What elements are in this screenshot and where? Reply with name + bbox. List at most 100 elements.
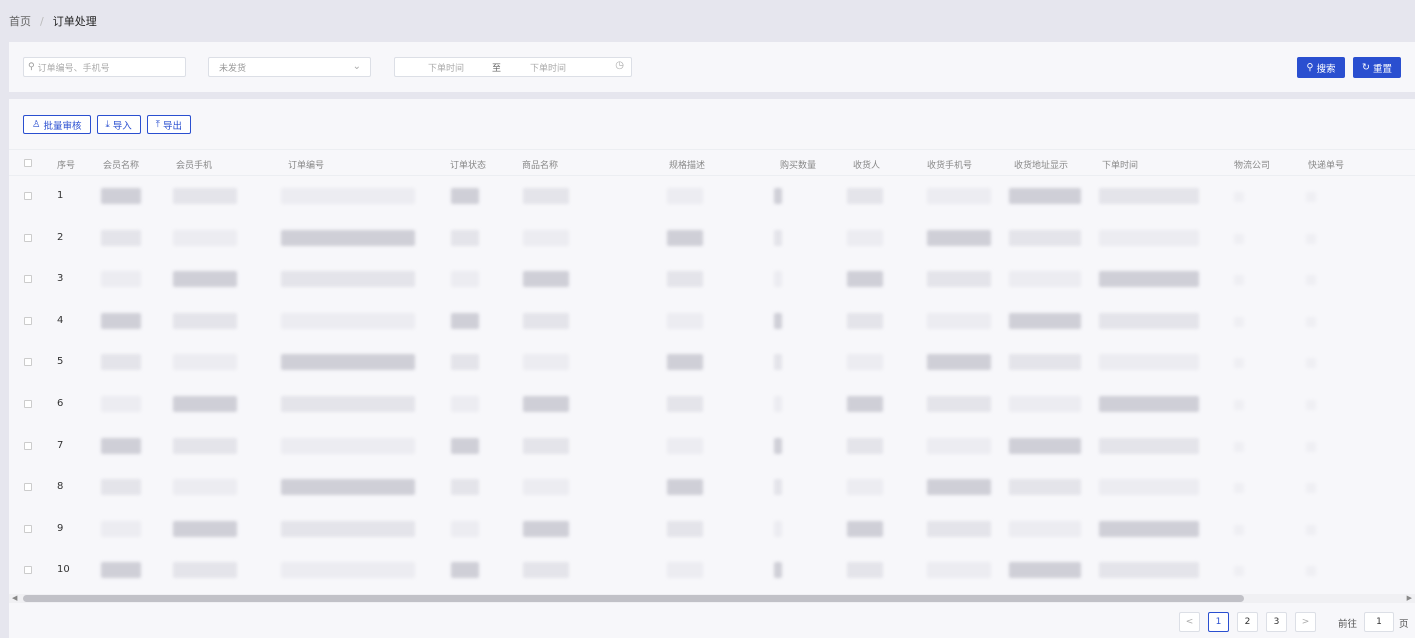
content-panel: ♙ 批量审核 ⤓ 导入 ⤒ 导出 序号 会员名称 会员手机 订单编号 订单状态 商品名称 规…: [9, 99, 1415, 638]
next-page-button[interactable]: >: [1295, 612, 1316, 632]
goto-page-input[interactable]: 1: [1364, 612, 1394, 632]
redacted-cell: [1306, 524, 1316, 535]
redacted-cell: [927, 520, 991, 537]
batch-review-button[interactable]: ♙ 批量审核: [23, 115, 91, 134]
orders-table: 序号 会员名称 会员手机 订单编号 订单状态 商品名称 规格描述 购买数量 收货人 收货手机号 收货…: [9, 149, 1415, 592]
breadcrumb-home[interactable]: 首页: [9, 13, 31, 29]
pagination: < 1 2 3 > 前往 1 页: [9, 612, 1415, 632]
redacted-cell: [774, 437, 782, 454]
redacted-cell: [101, 520, 141, 537]
redacted-cell: [1099, 229, 1199, 246]
redacted-cell: [847, 312, 883, 329]
prev-page-button[interactable]: <: [1179, 612, 1200, 632]
redacted-cell: [101, 562, 141, 579]
redacted-cell: [1234, 275, 1244, 286]
redacted-cell: [1306, 441, 1316, 452]
redacted-cell: [1099, 437, 1199, 454]
redacted-cell: [101, 354, 141, 371]
search-button[interactable]: ⚲ 搜索: [1297, 57, 1345, 78]
redacted-cell: [451, 479, 479, 496]
reset-button[interactable]: ↻ 重置: [1353, 57, 1401, 78]
redacted-cell: [667, 395, 703, 412]
redacted-cell: [1234, 483, 1244, 494]
row-index: 4: [57, 314, 64, 326]
table-row[interactable]: 5: [9, 342, 1415, 384]
row-checkbox[interactable]: [24, 483, 32, 492]
table-row[interactable]: 3: [9, 259, 1415, 301]
redacted-cell: [774, 562, 782, 579]
row-checkbox[interactable]: [24, 524, 32, 533]
redacted-cell: [1009, 395, 1081, 412]
redacted-cell: [451, 312, 479, 329]
select-all-checkbox[interactable]: [24, 159, 32, 167]
row-checkbox[interactable]: [24, 441, 32, 450]
import-button[interactable]: ⤓ 导入: [96, 115, 141, 134]
column-header: 商品名称: [522, 161, 559, 171]
table-row[interactable]: 2: [9, 218, 1415, 260]
table-row[interactable]: 9: [9, 509, 1415, 551]
page-button[interactable]: 3: [1266, 612, 1287, 632]
redacted-cell: [667, 479, 703, 496]
redacted-cell: [774, 354, 782, 371]
column-header: 下单时间: [1102, 161, 1139, 171]
refresh-icon: ↻: [1362, 62, 1370, 73]
table-row[interactable]: 8: [9, 467, 1415, 509]
status-value: 未发货: [219, 63, 247, 74]
page-button[interactable]: 1: [1208, 612, 1229, 632]
redacted-cell: [1099, 271, 1199, 288]
column-header: 购买数量: [780, 161, 817, 171]
order-search-input[interactable]: ⚲ 订单编号、手机号: [23, 57, 186, 77]
table-row[interactable]: 1: [9, 176, 1415, 218]
table-row[interactable]: 6: [9, 384, 1415, 426]
row-checkbox[interactable]: [24, 275, 32, 284]
redacted-cell: [101, 271, 141, 288]
redacted-cell: [1234, 233, 1244, 244]
date-separator: 至: [492, 63, 502, 74]
redacted-cell: [1099, 562, 1199, 579]
redacted-cell: [847, 354, 883, 371]
redacted-cell: [927, 437, 991, 454]
clock-icon: ◷: [615, 60, 624, 71]
row-index: 7: [57, 439, 64, 451]
row-checkbox[interactable]: [24, 233, 32, 242]
redacted-cell: [1009, 312, 1081, 329]
page-button[interactable]: 2: [1237, 612, 1258, 632]
order-status-select[interactable]: 未发货 ⌄: [208, 57, 371, 77]
goto-label: 前往: [1338, 619, 1358, 630]
row-index: 8: [57, 481, 64, 493]
redacted-cell: [523, 271, 569, 288]
redacted-cell: [523, 354, 569, 371]
redacted-cell: [667, 188, 703, 204]
order-date-range[interactable]: 下单时间 至 下单时间 ◷: [394, 57, 632, 77]
row-checkbox[interactable]: [24, 399, 32, 408]
redacted-cell: [1009, 562, 1081, 579]
table-row[interactable]: 4: [9, 301, 1415, 343]
redacted-cell: [173, 437, 237, 454]
redacted-cell: [1234, 358, 1244, 369]
scroll-left-icon[interactable]: ◀: [12, 594, 17, 602]
redacted-cell: [281, 188, 415, 204]
filter-panel: ⚲ 订单编号、手机号 未发货 ⌄ 下单时间 至 下单时间 ◷ ⚲ 搜索 ↻ 重置: [9, 42, 1415, 92]
table-row[interactable]: 7: [9, 426, 1415, 468]
scroll-right-icon[interactable]: ▶: [1407, 594, 1412, 602]
redacted-cell: [1099, 312, 1199, 329]
export-label: 导出: [162, 120, 182, 132]
row-checkbox[interactable]: [24, 566, 32, 575]
redacted-cell: [667, 562, 703, 579]
redacted-cell: [1234, 524, 1244, 535]
export-button[interactable]: ⤒ 导出: [146, 115, 191, 134]
redacted-cell: [523, 312, 569, 329]
row-index: 1: [57, 190, 64, 201]
table-toolbar: ♙ 批量审核 ⤓ 导入 ⤒ 导出: [23, 115, 191, 134]
row-checkbox[interactable]: [24, 192, 32, 200]
table-row[interactable]: 10: [9, 550, 1415, 592]
row-index: 9: [57, 522, 64, 534]
redacted-cell: [774, 271, 782, 288]
column-header: 快递单号: [1308, 161, 1345, 171]
horizontal-scrollbar[interactable]: ◀ ▶: [9, 594, 1415, 603]
row-checkbox[interactable]: [24, 358, 32, 367]
scrollbar-thumb[interactable]: [23, 595, 1244, 602]
redacted-cell: [774, 395, 782, 412]
table-body: 1 2 3 4 5 6 7 8 9 10: [9, 176, 1415, 592]
row-checkbox[interactable]: [24, 316, 32, 325]
